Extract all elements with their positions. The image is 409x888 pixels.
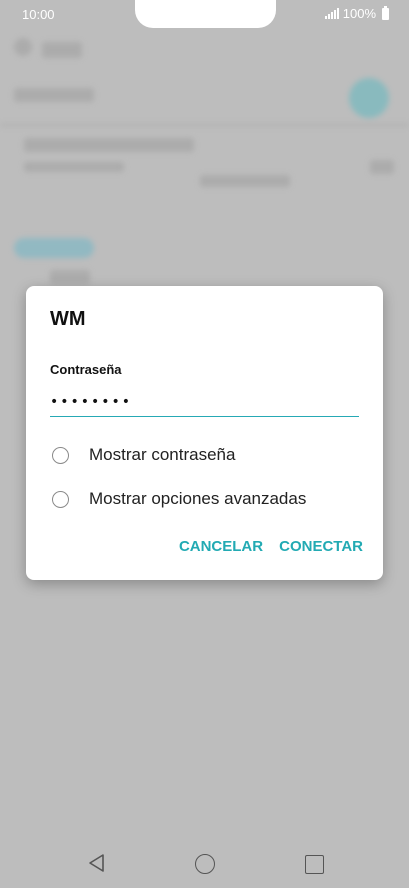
show-advanced-options-option[interactable]: Mostrar opciones avanzadas bbox=[52, 484, 362, 514]
home-icon[interactable] bbox=[195, 854, 215, 874]
status-time: 10:00 bbox=[22, 7, 55, 22]
dialog-title: WM bbox=[50, 308, 86, 330]
status-indicators: 100% bbox=[324, 5, 389, 21]
dialog-actions: CANCELAR CONECTAR bbox=[179, 538, 363, 555]
connect-button[interactable]: CONECTAR bbox=[279, 538, 363, 555]
camera-notch bbox=[135, 0, 276, 28]
show-advanced-options-label: Mostrar opciones avanzadas bbox=[89, 489, 307, 508]
cancel-button[interactable]: CANCELAR bbox=[179, 538, 263, 555]
show-password-label: Mostrar contraseña bbox=[89, 445, 236, 464]
recent-apps-icon[interactable] bbox=[305, 855, 324, 874]
show-advanced-options-checkbox[interactable] bbox=[52, 490, 69, 508]
status-bar: 10:00 100% bbox=[0, 0, 409, 30]
navigation-bar bbox=[0, 836, 409, 888]
battery-percentage: 100% bbox=[342, 6, 376, 21]
show-password-checkbox[interactable] bbox=[52, 446, 69, 464]
password-label: Contraseña bbox=[50, 362, 122, 377]
back-icon[interactable] bbox=[87, 853, 107, 873]
show-password-option[interactable]: Mostrar contraseña bbox=[52, 440, 362, 470]
wifi-password-dialog: WM Contraseña Mostrar contraseña Mostrar… bbox=[26, 286, 383, 580]
battery-icon bbox=[382, 5, 389, 20]
signal-icon bbox=[324, 8, 339, 19]
screen: 10:00 100% WM Contraseña Mostrar contras… bbox=[0, 0, 409, 888]
password-input[interactable] bbox=[50, 388, 359, 417]
